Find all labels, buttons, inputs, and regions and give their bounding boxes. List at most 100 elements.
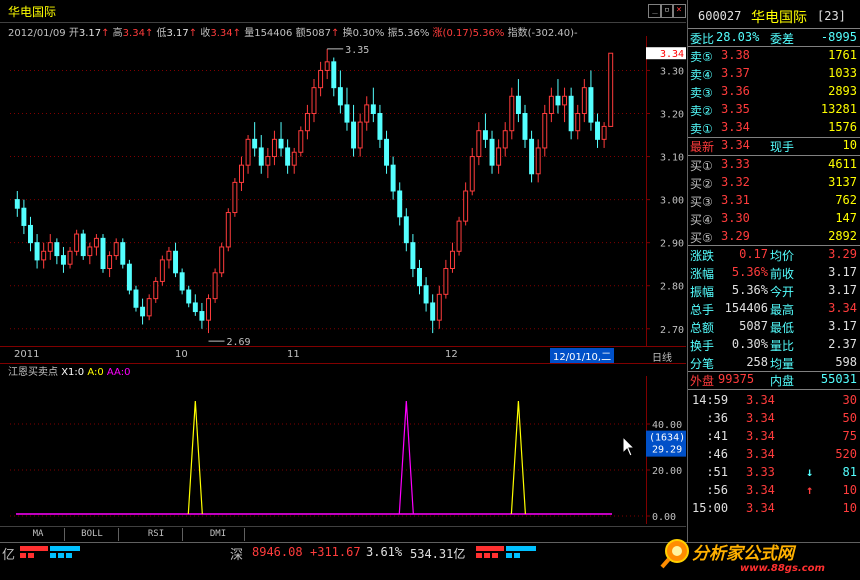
ask-volume: 1576: [828, 120, 857, 134]
watermark-site: 分析家公式网: [692, 544, 794, 564]
candle: [28, 216, 33, 252]
stat-label-right: 今开: [770, 285, 795, 299]
bid-row[interactable]: 买② 3.32 3137: [688, 174, 860, 192]
candle: [113, 238, 119, 260]
ask-row[interactable]: 卖② 3.35 13281: [688, 101, 860, 119]
close-icon[interactable]: ×: [672, 4, 686, 18]
price-tick-label: 3.20: [660, 110, 684, 121]
candle: [14, 191, 20, 217]
candle-body: [140, 306, 146, 317]
quote-name: 华电国际: [751, 10, 807, 26]
time-label-2011: 2011: [14, 349, 40, 360]
candle-body: [357, 121, 363, 149]
candle: [601, 122, 607, 148]
price-tick-label: 2.70: [660, 325, 684, 336]
status-market: 深: [230, 548, 244, 563]
stat-value-left: 5087: [739, 319, 768, 333]
price-tick-label: 2.90: [660, 239, 684, 250]
candle: [120, 238, 126, 269]
candle-body: [199, 311, 205, 321]
stat-label-left: 分笔: [690, 357, 715, 371]
candle-body: [166, 250, 172, 261]
candle-body: [271, 138, 277, 158]
candle-body: [34, 242, 40, 261]
candle-body: [186, 289, 192, 304]
ask-row[interactable]: 卖④ 3.37 1033: [688, 65, 860, 83]
candle: [529, 130, 535, 183]
candle-body: [179, 272, 185, 291]
bid-row[interactable]: 买③ 3.31 762: [688, 192, 860, 210]
bid-row[interactable]: 买④ 3.30 147: [688, 210, 860, 228]
stat-label-right: 量比: [770, 339, 795, 353]
stat-row: 涨跌 0.17 均价 3.29: [688, 246, 860, 264]
period-label[interactable]: 日线: [652, 349, 672, 364]
candle: [522, 104, 528, 148]
tick-row: 15:00 3.34 10: [688, 500, 860, 518]
candle-body: [126, 263, 132, 291]
indicator-chart[interactable]: [10, 376, 646, 524]
ask-volume: 1033: [828, 66, 857, 80]
candle-body: [133, 289, 139, 308]
ask-volume: 13281: [820, 102, 857, 116]
candle-body: [80, 233, 86, 257]
tick-row: :36 3.34 50: [688, 410, 860, 428]
bid-row[interactable]: 买⑤ 3.29 2892: [688, 228, 860, 246]
last-price-row: 最新 3.34 现手 10: [688, 137, 860, 155]
candle-body: [502, 130, 508, 149]
chart-title-bar: 华电国际 _ ▫ ×: [0, 0, 686, 23]
indicator-peak: [510, 400, 526, 515]
candle-body: [331, 61, 337, 89]
candle: [489, 130, 495, 174]
candle-body: [555, 95, 561, 106]
ask-row[interactable]: 卖③ 3.36 2893: [688, 83, 860, 101]
candle: [502, 122, 508, 157]
outer-value: 99375: [718, 372, 755, 386]
ask-row[interactable]: 卖⑤ 3.38 1761: [688, 47, 860, 65]
candle-body: [608, 52, 614, 127]
quote-header: 600027 华电国际 [23]: [688, 8, 860, 26]
candle: [555, 79, 561, 114]
candle: [463, 182, 469, 226]
price-axis: 3.30 3.20 3.10 3.00 2.90 2.80 2.70 3.34: [646, 36, 686, 346]
tab-boll[interactable]: BOLL: [66, 528, 119, 541]
candle-body: [93, 237, 99, 248]
tab-dmi[interactable]: DMI: [192, 528, 245, 541]
candle: [436, 285, 442, 329]
candle-body: [542, 113, 548, 149]
quote-code: 600027: [698, 9, 742, 23]
stat-row: 总额 5087 最低 3.17: [688, 318, 860, 336]
candle: [469, 147, 475, 196]
candle: [595, 113, 600, 148]
candle-body: [219, 246, 225, 274]
indicator-tick-label: 20.00: [652, 466, 682, 477]
candle-body: [265, 156, 271, 166]
bid-price: 3.33: [721, 157, 750, 171]
stat-value-left: 0.30%: [731, 337, 768, 351]
bid-label: 买②: [690, 177, 713, 191]
stat-value-left: 154406: [724, 301, 768, 315]
watermark-url: www.88gs.com: [740, 563, 825, 574]
stat-label-right: 前收: [770, 267, 795, 281]
candlestick-chart[interactable]: 3.35 2.69: [10, 36, 646, 346]
candle: [456, 216, 462, 256]
indicator-axis: 40.00 20.00 0.00 (1634)29.29: [646, 376, 686, 524]
ask-price: 3.36: [721, 84, 750, 98]
candle: [291, 147, 297, 174]
bid-volume: 762: [835, 193, 857, 207]
tick-row: :51 3.33 ↓ 81: [688, 464, 860, 482]
tick-time: 15:00: [692, 501, 729, 515]
tab-ma[interactable]: MA: [12, 528, 65, 541]
candle-body: [298, 130, 304, 153]
weibi-row: 委比 28.03% 委差 -8995: [688, 29, 860, 47]
tick-price: 3.34: [746, 393, 775, 407]
candle-body: [245, 138, 251, 166]
candle-body: [522, 113, 528, 140]
candle-body: [258, 147, 264, 166]
tick-price: 3.34: [746, 447, 775, 461]
bid-row[interactable]: 买① 3.33 4611: [688, 156, 860, 174]
candle-body: [107, 255, 113, 269]
tab-rsi[interactable]: RSI: [130, 528, 183, 541]
candle-body: [377, 113, 383, 140]
ask-row[interactable]: 卖① 3.34 1576: [688, 119, 860, 137]
candle: [324, 48, 330, 80]
